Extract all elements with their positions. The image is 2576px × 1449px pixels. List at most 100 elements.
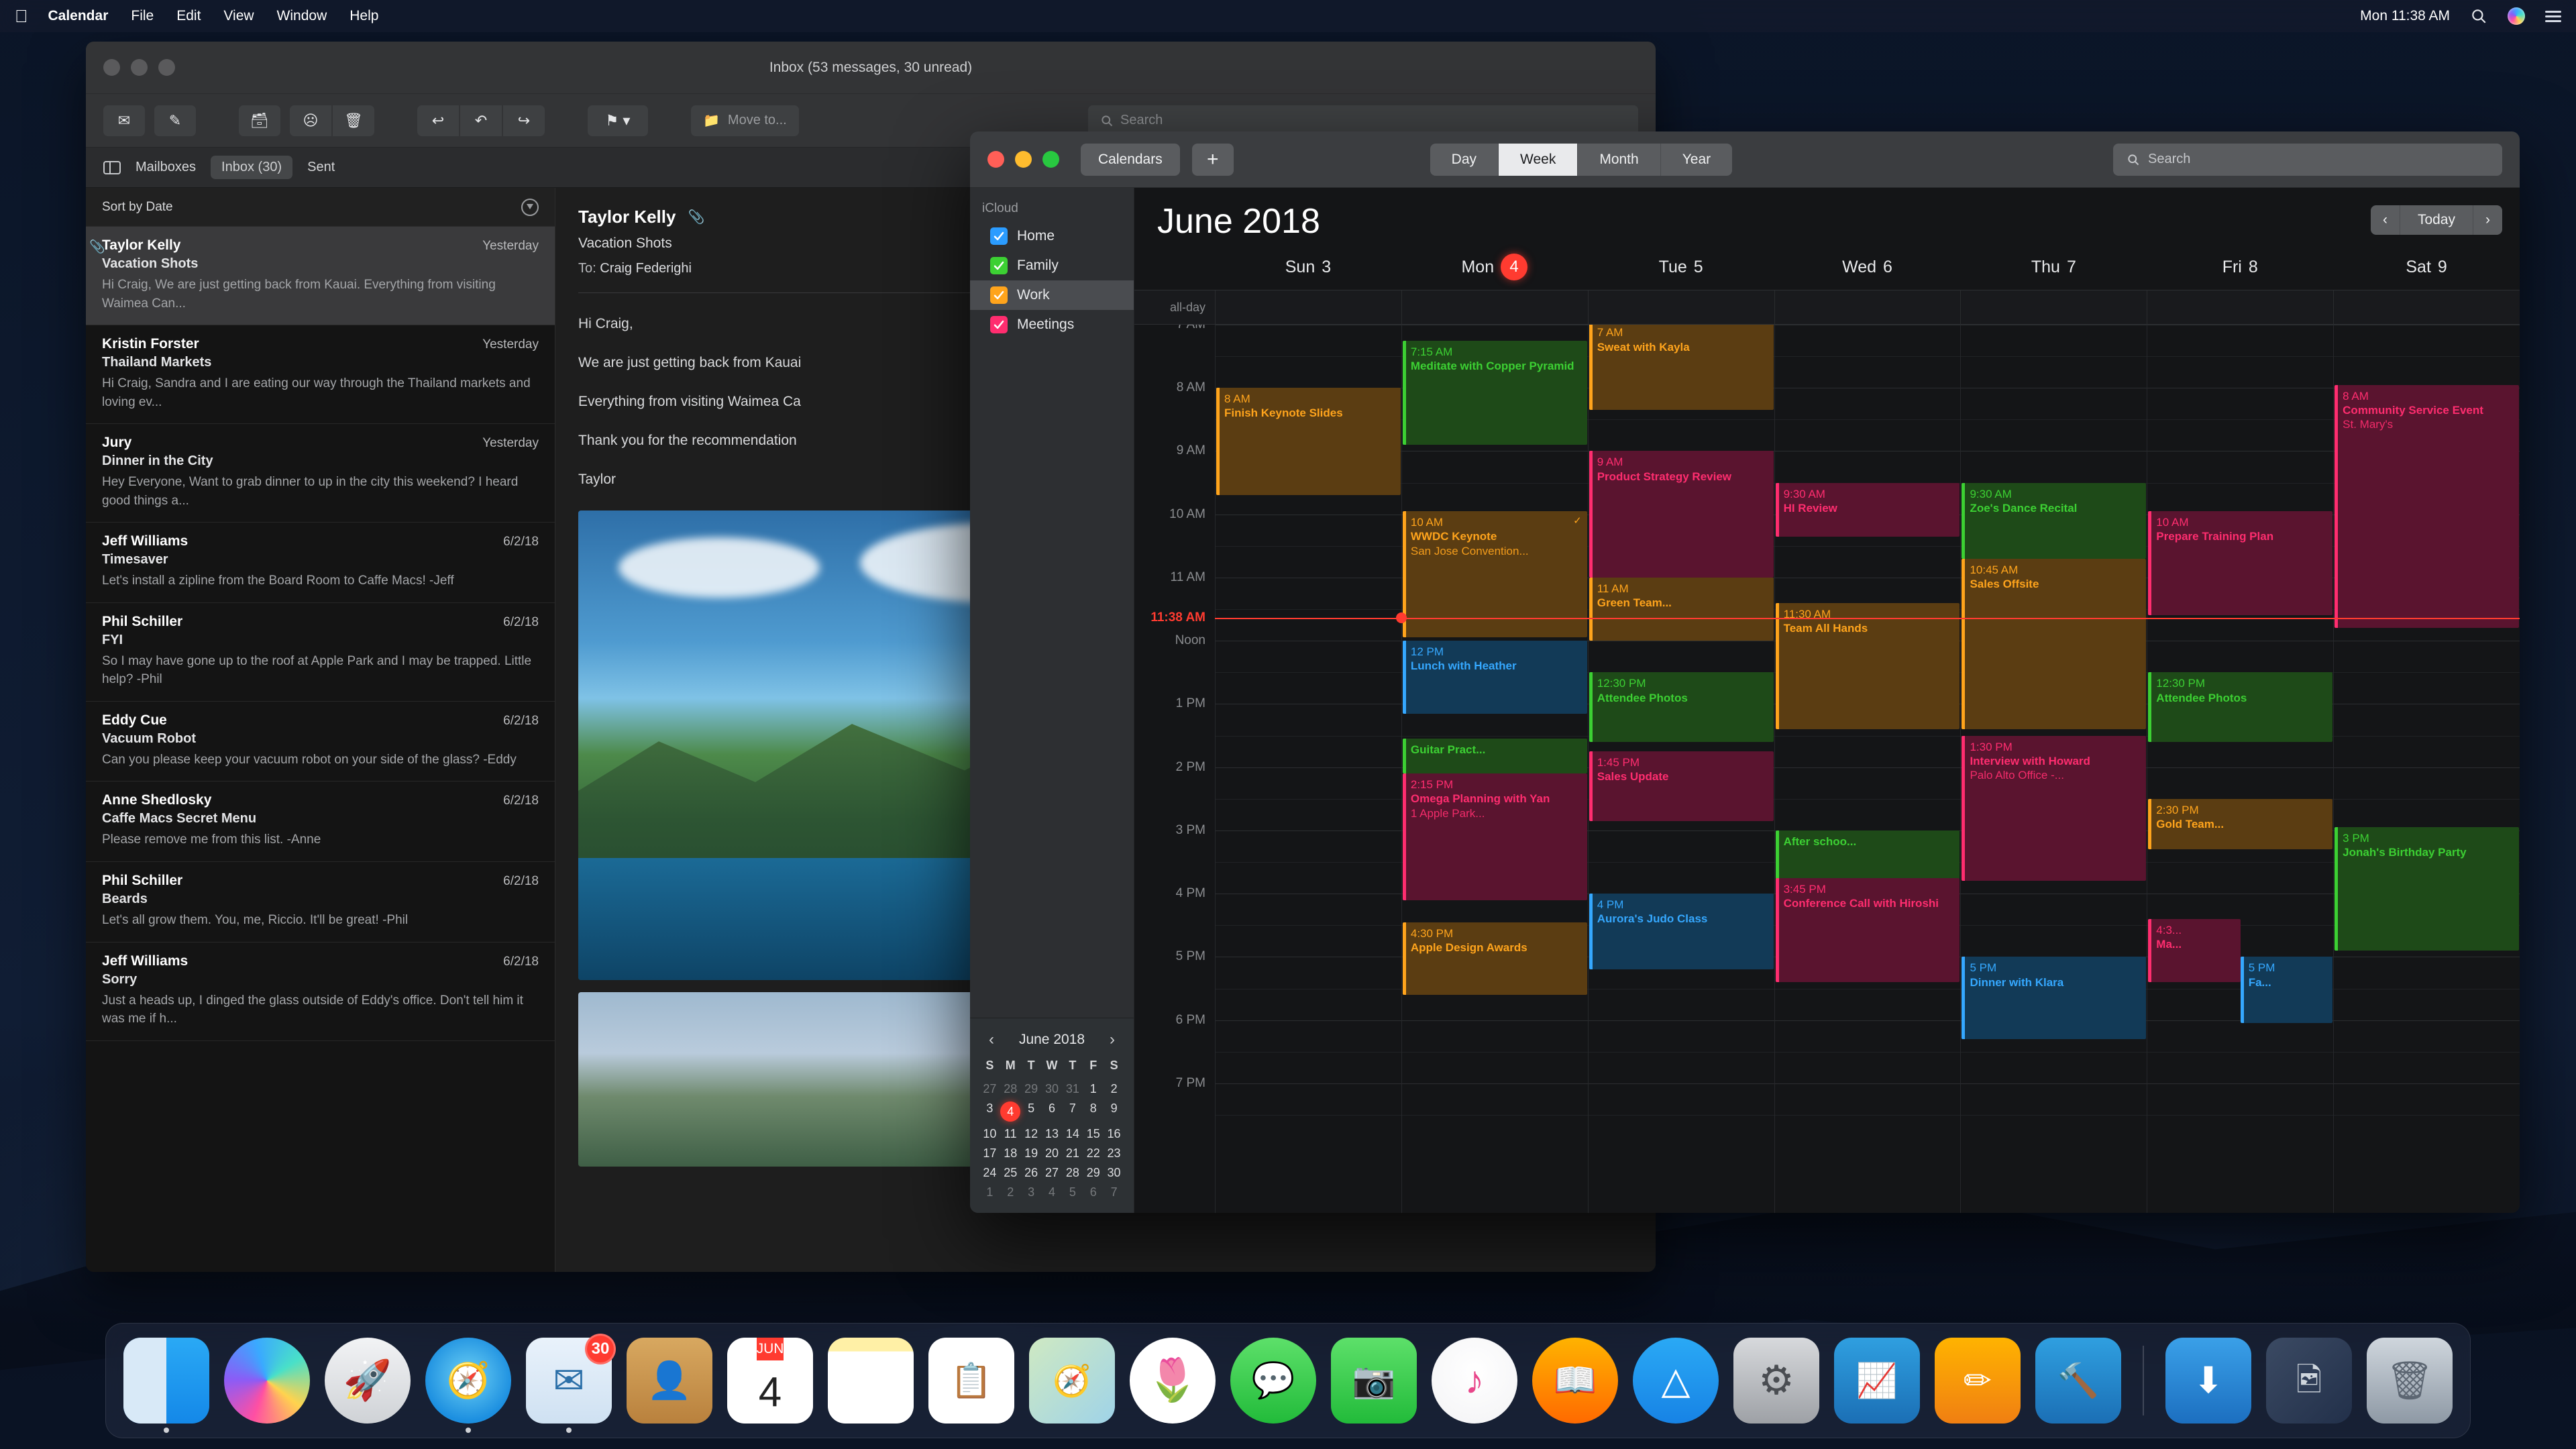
calendar-event[interactable]: 12:30 PMAttendee Photos bbox=[1589, 672, 1774, 742]
flag-icon[interactable]: ⚑ ▾ bbox=[588, 105, 648, 136]
day-column-wed[interactable]: 9:30 AMHI Review11:30 AMTeam All HandsAf… bbox=[1774, 325, 1961, 1213]
mini-calendar-day[interactable]: 12 bbox=[1021, 1127, 1042, 1141]
mini-calendar-day[interactable]: 14 bbox=[1062, 1127, 1083, 1141]
calendar-event[interactable]: 9:30 AMZoe's Dance Recital bbox=[1962, 483, 2146, 559]
calendar-event[interactable]: 1:30 PMInterview with HowardPalo Alto Of… bbox=[1962, 736, 2146, 881]
dock-item-launchpad[interactable]: 🚀 bbox=[325, 1338, 411, 1424]
day-header-tue[interactable]: Tue5 bbox=[1588, 254, 1774, 290]
dock-item-maps[interactable]: 🧭 bbox=[1029, 1338, 1115, 1424]
mini-calendar-day[interactable]: 3 bbox=[1021, 1185, 1042, 1199]
calendar-event[interactable]: 8 AMCommunity Service EventSt. Mary's bbox=[2334, 385, 2519, 629]
all-day-cell[interactable] bbox=[2147, 290, 2333, 324]
reply-icon[interactable]: ↩ bbox=[417, 105, 459, 136]
dock-item-stack[interactable]: 🖻 bbox=[2266, 1338, 2352, 1424]
mail-message-list[interactable]: Sort by Date 📎Taylor KellyYesterdayVacat… bbox=[86, 188, 555, 1272]
calendar-event[interactable]: 12:30 PMAttendee Photos bbox=[2148, 672, 2332, 742]
all-day-row[interactable]: all-day bbox=[1134, 290, 2520, 325]
dock-item-appstore[interactable]: △ bbox=[1633, 1338, 1719, 1424]
compose-icon[interactable]: ✎ bbox=[154, 105, 196, 136]
siri-icon[interactable] bbox=[2508, 7, 2525, 25]
calendar-event[interactable]: 7:15 AMMeditate with Copper Pyramid bbox=[1403, 341, 1587, 445]
view-tab-day[interactable]: Day bbox=[1430, 144, 1499, 176]
checkbox-family[interactable] bbox=[990, 257, 1008, 274]
day-column-mon[interactable]: 7:15 AMMeditate with Copper Pyramid10 AM… bbox=[1401, 325, 1588, 1213]
calendar-event[interactable]: 2:15 PMOmega Planning with Yan1 Apple Pa… bbox=[1403, 773, 1587, 900]
dock-item-calendar[interactable]: JUN 4 bbox=[727, 1338, 813, 1424]
calendar-event[interactable]: 5 PMFa... bbox=[2241, 957, 2332, 1023]
mini-calendar-day[interactable]: 20 bbox=[1042, 1146, 1063, 1161]
sidebar-toggle-icon[interactable] bbox=[103, 161, 121, 174]
calendar-event[interactable]: 5 PMDinner with Klara bbox=[1962, 957, 2146, 1039]
all-day-cell[interactable] bbox=[2333, 290, 2520, 324]
dock-item-system-preferences[interactable]: ⚙ bbox=[1733, 1338, 1819, 1424]
mini-calendar-day[interactable]: 2 bbox=[1104, 1082, 1124, 1096]
mini-calendar-day[interactable]: 10 bbox=[979, 1127, 1000, 1141]
calendar-event[interactable]: 4:30 PMApple Design Awards bbox=[1403, 922, 1587, 995]
mail-list-item[interactable]: JuryYesterdayDinner in the CityHey Every… bbox=[86, 424, 555, 523]
calendar-sidebar-item-home[interactable]: Home bbox=[970, 221, 1134, 251]
mini-calendar-day[interactable]: 25 bbox=[1000, 1166, 1021, 1180]
calendar-sidebar-item-meetings[interactable]: Meetings bbox=[970, 310, 1134, 339]
mail-list-item[interactable]: 📎Taylor KellyYesterdayVacation ShotsHi C… bbox=[86, 227, 555, 325]
calendar-event[interactable]: 1:45 PMSales Update bbox=[1589, 751, 1774, 821]
forward-icon[interactable]: ↪ bbox=[503, 105, 545, 136]
mini-calendar-day[interactable]: 17 bbox=[979, 1146, 1000, 1161]
mail-list-item[interactable]: Phil Schiller6/2/18FYISo I may have gone… bbox=[86, 603, 555, 702]
mini-calendar-day[interactable]: 19 bbox=[1021, 1146, 1042, 1161]
mini-calendar-day[interactable]: 24 bbox=[979, 1166, 1000, 1180]
spotlight-search-icon[interactable] bbox=[2470, 7, 2487, 25]
mail-list-item[interactable]: Eddy Cue6/2/18Vacuum RobotCan you please… bbox=[86, 702, 555, 782]
mail-list-item[interactable]: Phil Schiller6/2/18BeardsLet's all grow … bbox=[86, 862, 555, 943]
mail-sort-bar[interactable]: Sort by Date bbox=[86, 188, 555, 227]
dock-item-pages[interactable]: ✏ bbox=[1935, 1338, 2021, 1424]
dock-item-mail[interactable]: ✉ 30 bbox=[526, 1338, 612, 1424]
day-column-sat[interactable]: 8 AMCommunity Service EventSt. Mary's 3 P… bbox=[2333, 325, 2520, 1213]
dock-item-books[interactable]: 📖 bbox=[1532, 1338, 1618, 1424]
day-header-mon[interactable]: Mon4 bbox=[1401, 254, 1588, 290]
calendar-traffic-lights[interactable] bbox=[987, 151, 1059, 168]
mini-calendar-day[interactable]: 6 bbox=[1042, 1102, 1063, 1122]
calendar-event[interactable]: 3 PMJonah's Birthday Party bbox=[2334, 827, 2519, 951]
calendar-window[interactable]: Calendars + DayWeekMonthYear Search iClo… bbox=[970, 131, 2520, 1213]
calendar-event[interactable]: 11:30 AMTeam All Hands bbox=[1776, 603, 1960, 729]
mini-calendar-day[interactable]: 18 bbox=[1000, 1146, 1021, 1161]
mini-calendar-day[interactable]: 31 bbox=[1062, 1082, 1083, 1096]
checkbox-meetings[interactable] bbox=[990, 316, 1008, 333]
calendar-close-button[interactable] bbox=[987, 151, 1004, 168]
mini-calendar-day[interactable]: 9 bbox=[1104, 1102, 1124, 1122]
dock-item-safari[interactable]: 🧭 bbox=[425, 1338, 511, 1424]
day-header-sun[interactable]: Sun3 bbox=[1215, 254, 1401, 290]
all-day-cell[interactable] bbox=[1774, 290, 1961, 324]
calendar-search-field[interactable]: Search bbox=[2113, 144, 2502, 176]
sort-by-date-label[interactable]: Sort by Date bbox=[102, 200, 173, 215]
calendar-event[interactable]: 8 AMFinish Keynote Slides bbox=[1216, 388, 1401, 495]
mini-calendar-day[interactable]: 7 bbox=[1104, 1185, 1124, 1199]
day-header-wed[interactable]: Wed6 bbox=[1774, 254, 1961, 290]
dock[interactable]: 🚀 🧭 ✉ 30 👤 JUN 4 📋 🧭 🌷 💬 📷 ♪ 📖 △ ⚙ 📈 ✏ 🔨… bbox=[105, 1323, 2471, 1438]
mini-calendar-day[interactable]: 28 bbox=[1062, 1166, 1083, 1180]
get-mail-icon[interactable]: ✉ bbox=[103, 105, 145, 136]
mini-calendar-day[interactable]: 27 bbox=[1042, 1166, 1063, 1180]
mini-calendar-day[interactable]: 30 bbox=[1042, 1082, 1063, 1096]
delete-icon[interactable]: 🗑 bbox=[333, 105, 374, 136]
calendar-zoom-button[interactable] bbox=[1042, 151, 1059, 168]
view-tab-week[interactable]: Week bbox=[1499, 144, 1578, 176]
day-columns[interactable]: 8 AMFinish Keynote Slides7:15 AMMeditate… bbox=[1215, 325, 2520, 1213]
mini-calendar-day[interactable]: 28 bbox=[1000, 1082, 1021, 1096]
calendar-event[interactable]: 4:3...Ma... bbox=[2148, 919, 2240, 982]
mail-list-item[interactable]: Jeff Williams6/2/18SorryJust a heads up,… bbox=[86, 943, 555, 1041]
mini-calendar-day[interactable]: 22 bbox=[1083, 1146, 1104, 1161]
mini-calendar-day[interactable]: 1 bbox=[979, 1185, 1000, 1199]
mini-calendar-day[interactable]: 7 bbox=[1062, 1102, 1083, 1122]
dock-item-keynote[interactable]: 📈 bbox=[1834, 1338, 1920, 1424]
prev-week-button[interactable]: ‹ bbox=[2371, 205, 2400, 235]
mini-calendar-day[interactable]: 13 bbox=[1042, 1127, 1063, 1141]
calendar-event[interactable]: 2:30 PMGold Team... bbox=[2148, 799, 2332, 849]
mini-calendar-day[interactable]: 23 bbox=[1104, 1146, 1124, 1161]
calendar-event[interactable]: 7 AMSweat with Kayla bbox=[1589, 325, 1774, 410]
dock-item-facetime[interactable]: 📷 bbox=[1331, 1338, 1417, 1424]
menu-item-view[interactable]: View bbox=[223, 8, 254, 24]
mini-calendar-day[interactable]: 27 bbox=[979, 1082, 1000, 1096]
mini-next-month-icon[interactable]: › bbox=[1106, 1030, 1119, 1049]
dock-item-notes[interactable] bbox=[828, 1338, 914, 1424]
